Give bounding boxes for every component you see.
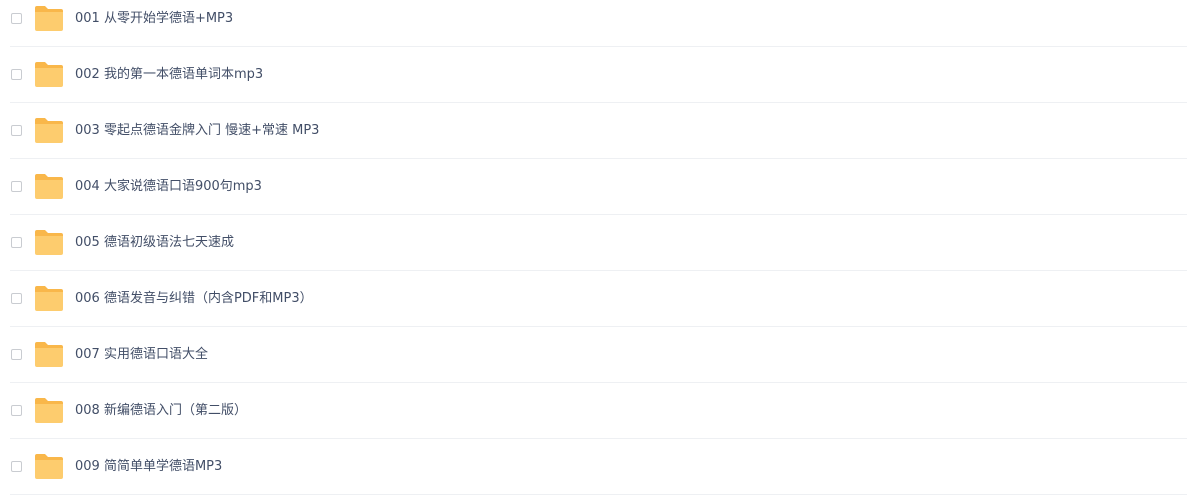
row-checkbox[interactable] (11, 405, 22, 416)
file-name[interactable]: 007 实用德语口语大全 (75, 347, 208, 363)
list-item[interactable]: 004 大家说德语口语900句mp3 (0, 159, 1187, 215)
file-name[interactable]: 003 零起点德语金牌入门 慢速+常速 MP3 (75, 123, 319, 139)
folder-icon (34, 284, 64, 312)
row-checkbox[interactable] (11, 13, 22, 24)
folder-icon (34, 4, 64, 32)
row-checkbox[interactable] (11, 461, 22, 472)
row-checkbox[interactable] (11, 293, 22, 304)
row-divider (10, 494, 1187, 495)
file-name[interactable]: 002 我的第一本德语单词本mp3 (75, 67, 263, 83)
row-checkbox[interactable] (11, 349, 22, 360)
row-checkbox[interactable] (11, 237, 22, 248)
list-item[interactable]: 008 新编德语入门（第二版） (0, 383, 1187, 439)
list-item[interactable]: 006 德语发音与纠错（内含PDF和MP3） (0, 271, 1187, 327)
file-name[interactable]: 008 新编德语入门（第二版） (75, 403, 247, 419)
file-list: 001 从零开始学德语+MP3 002 我的第一本德语单词本mp3 003 零起… (0, 0, 1187, 497)
file-name[interactable]: 005 德语初级语法七天速成 (75, 235, 234, 251)
list-item[interactable]: 009 简简单单学德语MP3 (0, 439, 1187, 495)
list-item[interactable]: 002 我的第一本德语单词本mp3 (0, 47, 1187, 103)
list-item[interactable]: 003 零起点德语金牌入门 慢速+常速 MP3 (0, 103, 1187, 159)
list-item[interactable]: 005 德语初级语法七天速成 (0, 215, 1187, 271)
row-checkbox[interactable] (11, 181, 22, 192)
folder-icon (34, 172, 64, 200)
file-name[interactable]: 009 简简单单学德语MP3 (75, 459, 222, 475)
list-item[interactable]: 001 从零开始学德语+MP3 (0, 0, 1187, 47)
folder-icon (34, 228, 64, 256)
file-name[interactable]: 001 从零开始学德语+MP3 (75, 11, 233, 27)
row-checkbox[interactable] (11, 125, 22, 136)
folder-icon (34, 340, 64, 368)
folder-icon (34, 60, 64, 88)
file-name[interactable]: 006 德语发音与纠错（内含PDF和MP3） (75, 291, 313, 307)
file-name[interactable]: 004 大家说德语口语900句mp3 (75, 179, 262, 195)
folder-icon (34, 396, 64, 424)
folder-icon (34, 116, 64, 144)
list-item[interactable]: 007 实用德语口语大全 (0, 327, 1187, 383)
row-checkbox[interactable] (11, 69, 22, 80)
folder-icon (34, 452, 64, 480)
